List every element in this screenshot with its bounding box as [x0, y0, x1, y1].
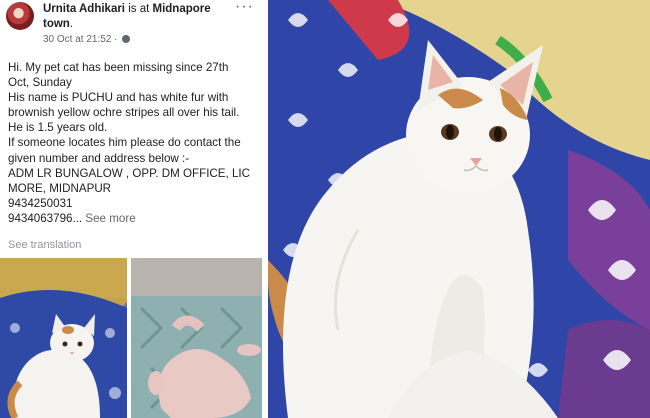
post-line: Oct, Sunday — [8, 76, 72, 90]
phone-number: 9434063796... — [8, 211, 83, 225]
post-line: 9434250031 — [8, 196, 73, 210]
avatar[interactable] — [6, 2, 34, 30]
post-header: Urnita Adhikari is at Midnapore town. 30… — [6, 0, 258, 46]
post-line: If someone locates him please do contact… — [8, 136, 241, 150]
post-line: He is 1.5 years old. — [8, 121, 108, 135]
post-line: Hi. My pet cat has been missing since 27… — [8, 61, 229, 74]
cat-sitting-illustration — [0, 258, 127, 418]
author-line: Urnita Adhikari is at Midnapore town. — [43, 2, 233, 32]
post-line: brownish yellow ochre stripes all over h… — [8, 106, 240, 120]
photo-thumbnail-cat-sitting[interactable] — [0, 258, 127, 418]
photo-thumbnail-cat-lying[interactable] — [131, 258, 262, 418]
post-body: Hi. My pet cat has been missing since 27… — [8, 60, 258, 226]
see-translation-link[interactable]: See translation — [8, 239, 81, 251]
cat-lying-illustration — [131, 258, 262, 418]
checkin-verb: is at — [125, 3, 153, 15]
post-line: MORE, MIDNAPUR — [8, 181, 112, 195]
post-line: ADM LR BUNGALOW , OPP. DM OFFICE, LIC — [8, 166, 251, 180]
facebook-post: Urnita Adhikari is at Midnapore town. 30… — [0, 0, 262, 418]
post-line: His name is PUCHU and has white fur with — [8, 91, 229, 105]
globe-icon — [122, 35, 131, 43]
post-line: given number and address below :- — [8, 151, 190, 165]
author-name[interactable]: Urnita Adhikari — [43, 3, 125, 15]
ellipsis-icon[interactable]: ··· — [235, 0, 254, 15]
post-timestamp[interactable]: 30 Oct at 21:52 · — [43, 34, 118, 45]
post-line-last: 9434063796... See more — [8, 211, 258, 226]
main-photo-cat[interactable] — [268, 0, 650, 418]
cat-main-illustration — [268, 0, 650, 418]
post-meta: 30 Oct at 21:52 · — [43, 34, 131, 46]
checkin-period: . — [69, 18, 74, 30]
see-more-link[interactable]: See more — [82, 212, 135, 225]
